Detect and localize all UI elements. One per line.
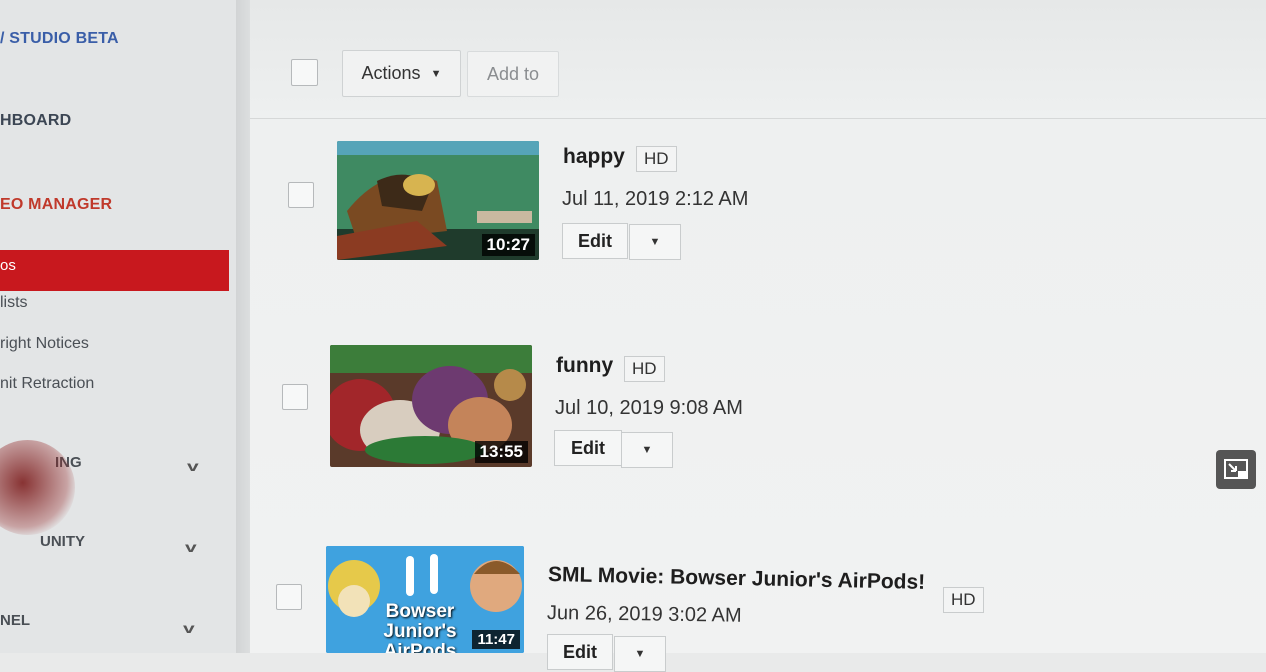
edit-label: Edit (578, 230, 612, 251)
video-date: Jul 10, 2019 9:08 AM (555, 397, 743, 419)
edit-dropdown-button[interactable]: ▼ (629, 224, 681, 260)
sidebar-item-videos[interactable]: os (0, 250, 229, 291)
edit-button[interactable]: Edit (547, 634, 613, 670)
sidebar-item-submit-retraction[interactable]: nit Retraction (0, 375, 94, 393)
select-all-checkbox[interactable] (291, 59, 318, 86)
video-list-panel: Actions ▼ Add to 10:27 happy HD Jul 11, … (250, 0, 1266, 672)
video-thumbnail[interactable]: 10:27 (337, 141, 539, 260)
hd-badge: HD (624, 356, 665, 382)
caret-down-icon: ▼ (430, 67, 442, 80)
caret-down-icon: ▼ (634, 648, 646, 660)
sidebar: / STUDIO BETA HBOARD EO MANAGER os lists… (0, 0, 236, 653)
picture-in-picture-icon[interactable] (1216, 450, 1256, 489)
thumbnail-caption: Bowser Junior's AirPods (383, 601, 457, 654)
add-to-label: Add to (486, 63, 540, 84)
chevron-down-icon: v (185, 539, 197, 555)
edit-label: Edit (563, 641, 597, 662)
edit-dropdown-button[interactable]: ▼ (614, 636, 666, 672)
caret-down-icon: ▼ (649, 236, 661, 248)
row-checkbox[interactable] (282, 384, 308, 410)
video-title[interactable]: funny (556, 354, 613, 378)
sidebar-section-label: NEL (0, 612, 30, 629)
sidebar-item-playlists[interactable]: lists (0, 294, 28, 312)
row-checkbox[interactable] (288, 182, 314, 208)
studio-title[interactable]: / STUDIO BETA (0, 30, 119, 48)
chevron-down-icon: v (187, 458, 199, 474)
pip-glyph (1224, 458, 1248, 479)
add-to-button[interactable]: Add to (467, 51, 559, 97)
hd-badge: HD (943, 587, 984, 613)
video-title[interactable]: happy (563, 145, 625, 169)
video-date: Jun 26, 2019 3:02 AM (546, 602, 742, 627)
edit-button[interactable]: Edit (554, 430, 622, 466)
sidebar-item-label: os (0, 257, 16, 274)
actions-button[interactable]: Actions ▼ (342, 50, 461, 97)
chevron-down-icon: v (183, 620, 195, 636)
divider (250, 118, 1266, 119)
video-duration: 11:47 (472, 630, 520, 649)
edit-dropdown-button[interactable]: ▼ (621, 432, 673, 468)
row-checkbox[interactable] (276, 584, 302, 610)
sidebar-video-manager[interactable]: EO MANAGER (0, 196, 112, 214)
actions-label: Actions (361, 63, 421, 83)
video-thumbnail[interactable]: 13:55 (330, 345, 532, 467)
sidebar-divider (236, 0, 250, 653)
video-thumbnail[interactable]: Bowser Junior's AirPods 11:47 (326, 546, 524, 653)
sidebar-section-label: UNITY (40, 533, 85, 550)
video-title[interactable]: SML Movie: Bowser Junior's AirPods! (548, 563, 926, 595)
sidebar-item-copyright-notices[interactable]: right Notices (0, 335, 89, 353)
edit-label: Edit (571, 437, 605, 458)
hd-badge: HD (636, 146, 677, 172)
sidebar-section-channel[interactable]: NEL v (0, 612, 205, 638)
video-duration: 13:55 (474, 441, 528, 463)
edit-button[interactable]: Edit (562, 223, 628, 259)
sidebar-section-community[interactable]: UNITY v (0, 533, 205, 559)
video-date: Jul 11, 2019 2:12 AM (562, 188, 749, 210)
sidebar-dashboard[interactable]: HBOARD (0, 112, 71, 130)
caret-down-icon: ▼ (641, 444, 653, 456)
video-duration: 10:27 (481, 234, 535, 256)
